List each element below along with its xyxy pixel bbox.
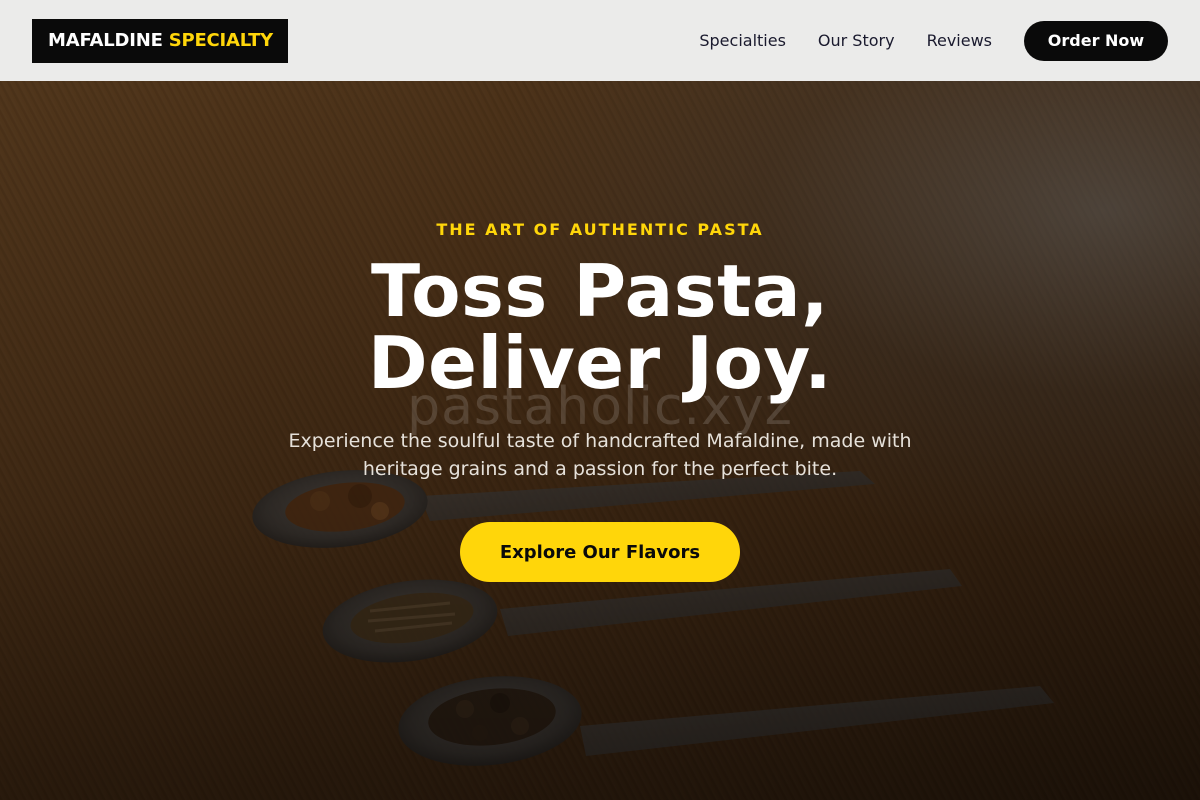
explore-flavors-button[interactable]: Explore Our Flavors (460, 522, 740, 582)
hero-section: pastaholic.xyz THE ART OF AUTHENTIC PAST… (0, 81, 1200, 800)
hero-subtext: Experience the soulful taste of handcraf… (288, 430, 912, 480)
hero-headline: Toss Pasta, Deliver Joy. (0, 255, 1200, 399)
nav-link-our-story[interactable]: Our Story (818, 31, 895, 50)
hero-headline-line-1: Toss Pasta, (371, 249, 829, 333)
hero-eyebrow: THE ART OF AUTHENTIC PASTA (436, 220, 764, 239)
brand-logo-main-text: MAFALDINE (48, 30, 163, 51)
order-now-button[interactable]: Order Now (1024, 20, 1168, 61)
nav-links: Specialties Our Story Reviews Order Now (699, 20, 1168, 61)
nav-link-reviews[interactable]: Reviews (927, 31, 992, 50)
top-navigation-bar: MAFALDINE SPECIALTY Specialties Our Stor… (0, 0, 1200, 81)
nav-link-specialties[interactable]: Specialties (699, 31, 786, 50)
brand-logo-accent-text: SPECIALTY (168, 30, 273, 51)
hero-headline-line-2: Deliver Joy. (367, 321, 833, 405)
brand-logo[interactable]: MAFALDINE SPECIALTY (32, 18, 288, 63)
